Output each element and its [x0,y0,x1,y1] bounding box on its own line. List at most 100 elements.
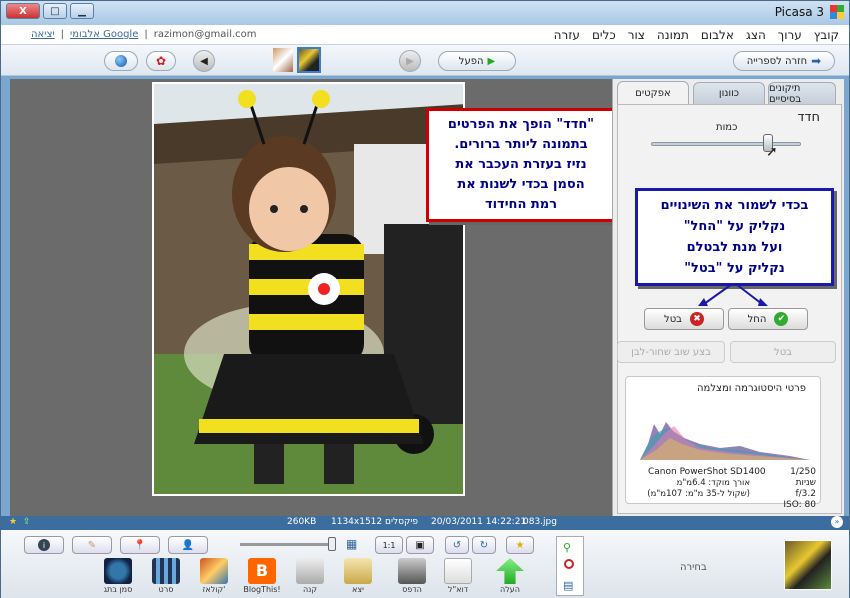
exif-aperture: f/3.2 [795,489,816,499]
menu-tools[interactable]: כלים [592,28,616,42]
person-icon: 👤 [181,539,195,551]
upload-arrow-icon [496,558,524,584]
menu-bar: קובץ ערוך הצג אלבום תמונה צור כלים עזרה … [1,25,849,45]
account-links: יציאה | אלבומי Google | razimon@gmail.co… [31,29,257,40]
exif-focal: אורך מוקד: 6.4מ"מ (שקול ל-35 מ"מ: 107מ"מ… [640,478,750,500]
callout-arrows [698,283,768,306]
menu-help[interactable]: עזרה [554,28,580,42]
tags-button[interactable]: ✎ [72,536,112,554]
star-button[interactable]: ★ [506,536,534,554]
geotag-button[interactable]: 📍 [120,536,160,554]
window-title: Picasa 3 [774,5,824,19]
tool-email[interactable]: דוא"ל [438,558,478,594]
tool-blogthis[interactable]: B BlogThis! [242,558,282,594]
menu-album[interactable]: אלבום [701,28,734,42]
blogger-icon: B [248,558,276,584]
apply-label: החל [747,313,767,325]
tool-collage-label: קולאז' [202,585,226,594]
play-label: הפעל [458,55,484,67]
photo-filename: 083.jpg [523,517,557,527]
undo-button-disabled[interactable]: בטל [730,341,836,363]
save-callout: בכדי לשמור את השינויים נקליק על "החל" וע… [635,188,834,286]
shop-icon [296,558,324,584]
upload-status-icon: ⇪ [23,517,31,527]
apply-button[interactable]: החל ✔ [728,308,808,330]
logout-link[interactable]: יציאה [31,29,55,40]
thumbnail-previous[interactable] [273,48,293,72]
tool-shop[interactable]: קנה [290,558,330,594]
tool-blogthis-label: BlogThis! [243,585,281,594]
thumbnail-current[interactable] [297,47,321,73]
one-to-one-icon: 1:1 [382,540,396,550]
tool-tag[interactable]: סמן בתג [98,558,138,594]
red-eye-button[interactable]: ✿ [146,51,176,71]
expand-icon[interactable]: » [831,516,843,528]
tool-movie[interactable]: סרט [146,558,186,594]
clear-icon[interactable] [564,559,574,569]
info-button[interactable]: i [24,536,64,554]
menu-picture[interactable]: תמונה [657,28,689,42]
tool-movie-label: סרט [158,585,174,594]
photo-image [152,82,465,496]
callout-line: רמת החידוד [484,197,558,212]
maximize-window-button[interactable]: □ [43,3,67,19]
menu-items: קובץ ערוך הצג אלבום תמונה צור כלים עזרה [554,28,839,42]
photo-zoom-icon[interactable]: ▦ [346,537,357,551]
tab-basic-fixes[interactable]: תיקונים בסיסיים [768,82,836,105]
back-to-library-button[interactable]: חזרה לספרייה ➡ [733,51,835,71]
menu-edit[interactable]: ערוך [778,28,802,42]
globe-button[interactable] [104,51,138,71]
tray-thumbnail[interactable] [784,540,832,590]
callout-line: בתמונה ליותר ברורים. [454,137,588,152]
next-photo-button[interactable]: ▶ [399,50,421,72]
amount-slider-track[interactable] [651,142,801,146]
camera-model: Canon PowerShot SD1400 [648,467,766,477]
callout-line: נזיז בעזרת העכבר את [455,157,587,172]
close-window-button[interactable]: X [6,3,40,19]
tool-collage[interactable]: קולאז' [194,558,234,594]
tool-tag-label: סמן בתג [103,585,133,594]
check-icon: ✔ [774,312,789,326]
amount-label: כמות [716,122,738,133]
folder-icon [344,558,372,584]
globe-icon [115,55,127,67]
fit-icon: ▣ [415,539,425,551]
hold-icon[interactable]: ⚲ [563,541,571,554]
status-bar: ★ ⇪ 260KB 1134x1512 פיקסלים 20/03/2011 1… [1,516,849,530]
rotate-right-button[interactable]: ↻ [472,536,496,554]
exif-focal-length: אורך מוקד: 6.4מ"מ [676,478,750,488]
people-button[interactable]: 👤 [168,536,208,554]
exif-iso: ISO: 80 [783,500,816,510]
redo-bw-button-disabled[interactable]: בצע שוב שחור-לבן [617,341,725,363]
actual-size-button[interactable]: 1:1 [375,536,403,554]
previous-photo-button[interactable]: ◀ [193,50,215,72]
cancel-button[interactable]: בטל ✖ [644,308,724,330]
zoom-slider-handle[interactable] [328,537,336,551]
tab-effects[interactable]: אפקטים [617,81,689,105]
tool-export[interactable]: יצא [338,558,378,594]
play-slideshow-button[interactable]: הפעל ▶ [438,51,516,71]
minimize-window-button[interactable]: ▁ [70,3,94,19]
exif-shutter: 1/250 שניות [790,467,816,488]
menu-file[interactable]: קובץ [814,28,839,42]
cancel-x-icon: ✖ [689,312,704,326]
rotate-left-button[interactable]: ↺ [445,536,469,554]
envelope-icon [444,558,472,584]
fit-button[interactable]: ▣ [406,536,434,554]
tool-print[interactable]: הדפס [392,558,432,594]
tool-shop-label: קנה [302,585,318,594]
tab-tuning[interactable]: כוונון [693,82,765,104]
menu-create[interactable]: צור [628,28,645,42]
zoom-slider-track[interactable] [240,543,336,546]
menu-view[interactable]: הצג [746,28,766,42]
image-dimensions: 1134x1512 פיקסלים [331,517,418,527]
tool-export-label: יצא [352,585,364,594]
tool-upload[interactable]: העלה [490,558,530,594]
add-to-album-icon[interactable]: ▤ [563,579,573,592]
google-albums-link[interactable]: אלבומי Google [70,29,138,40]
file-size: 260KB [287,517,317,527]
effect-title: חדד [797,110,820,125]
printer-icon [398,558,426,584]
collage-icon [200,558,228,584]
tool-print-label: הדפס [402,585,422,594]
